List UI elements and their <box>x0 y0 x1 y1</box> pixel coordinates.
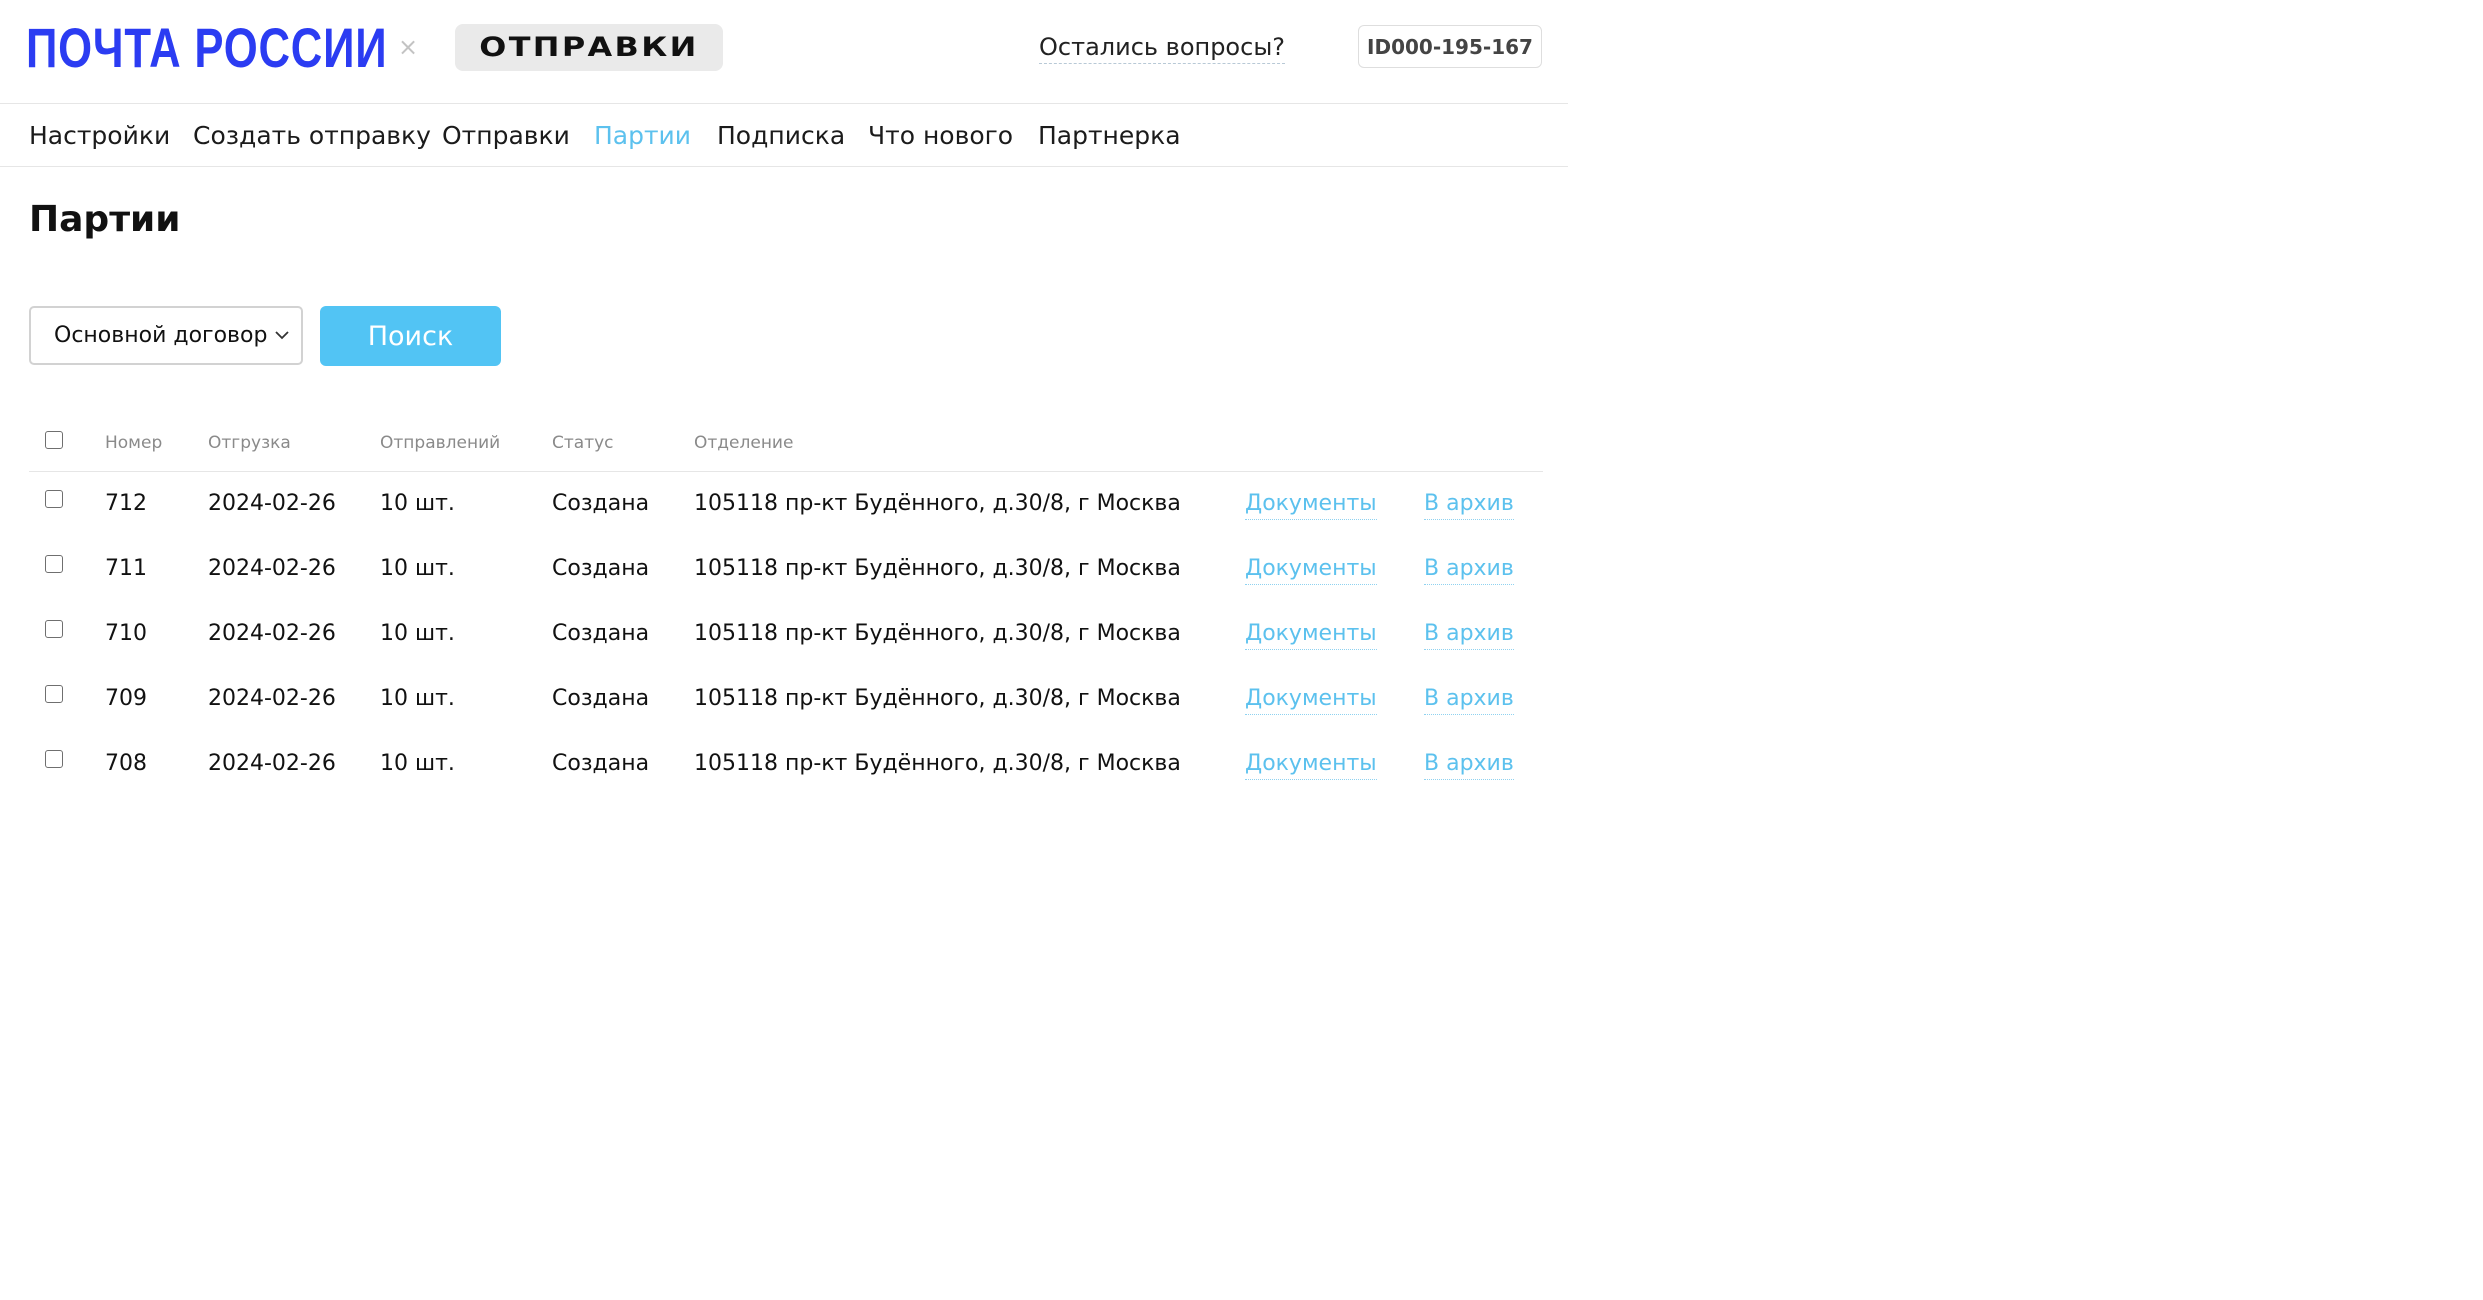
table-row: 711 2024-02-26 10 шт. Создана 105118 пр-… <box>29 554 1543 618</box>
table-row: 709 2024-02-26 10 шт. Создана 105118 пр-… <box>29 684 1543 748</box>
nav-item-shipments[interactable]: Отправки <box>442 120 570 152</box>
row-checkbox[interactable] <box>45 750 63 768</box>
documents-link[interactable]: Документы <box>1245 489 1377 520</box>
archive-link[interactable]: В архив <box>1424 489 1514 520</box>
row-count: 10 шт. <box>380 751 455 776</box>
archive-link[interactable]: В архив <box>1424 749 1514 780</box>
contract-select[interactable]: Основной договор <box>29 306 303 365</box>
row-number: 710 <box>105 621 147 646</box>
contract-select-value: Основной договор <box>54 323 268 348</box>
nav-item-batches[interactable]: Партии <box>594 120 691 152</box>
otpravki-badge[interactable]: ОТПРАВКИ <box>455 24 723 71</box>
row-status: Создана <box>552 556 650 581</box>
nav-item-settings[interactable]: Настройки <box>29 120 170 152</box>
account-id[interactable]: ID000-195-167 <box>1358 25 1542 68</box>
row-status: Создана <box>552 751 650 776</box>
row-number: 708 <box>105 751 147 776</box>
row-date: 2024-02-26 <box>208 621 336 646</box>
table-header: Номер Отгрузка Отправлений Статус Отделе… <box>29 420 1543 472</box>
select-all-checkbox[interactable] <box>45 431 63 449</box>
table-row: 708 2024-02-26 10 шт. Создана 105118 пр-… <box>29 749 1543 813</box>
column-header-number[interactable]: Номер <box>105 432 162 454</box>
row-number: 712 <box>105 491 147 516</box>
column-header-count[interactable]: Отправлений <box>380 432 500 454</box>
row-office: 105118 пр-кт Будённого, д.30/8, г Москва <box>694 491 1181 516</box>
row-date: 2024-02-26 <box>208 686 336 711</box>
row-checkbox[interactable] <box>45 620 63 638</box>
pochta-logo[interactable]: ПОЧТА РОССИИ <box>26 18 387 78</box>
table-row: 712 2024-02-26 10 шт. Создана 105118 пр-… <box>29 489 1543 553</box>
row-status: Создана <box>552 491 650 516</box>
row-office: 105118 пр-кт Будённого, д.30/8, г Москва <box>694 751 1181 776</box>
row-date: 2024-02-26 <box>208 491 336 516</box>
site-header: ПОЧТА РОССИИ × ОТПРАВКИ Остались вопросы… <box>0 0 1568 104</box>
row-count: 10 шт. <box>380 621 455 646</box>
app-frame: ПОЧТА РОССИИ × ОТПРАВКИ Остались вопросы… <box>0 0 1568 780</box>
row-number: 709 <box>105 686 147 711</box>
row-count: 10 шт. <box>380 686 455 711</box>
close-icon: × <box>398 33 419 61</box>
row-date: 2024-02-26 <box>208 751 336 776</box>
row-office: 105118 пр-кт Будённого, д.30/8, г Москва <box>694 556 1181 581</box>
nav-item-create-shipment[interactable]: Создать отправку <box>193 120 431 152</box>
row-status: Создана <box>552 621 650 646</box>
row-checkbox[interactable] <box>45 555 63 573</box>
questions-link[interactable]: Остались вопросы? <box>1039 31 1285 64</box>
row-count: 10 шт. <box>380 491 455 516</box>
row-number: 711 <box>105 556 147 581</box>
row-status: Создана <box>552 686 650 711</box>
nav-item-partner[interactable]: Партнерка <box>1038 120 1181 152</box>
row-checkbox[interactable] <box>45 685 63 703</box>
documents-link[interactable]: Документы <box>1245 619 1377 650</box>
row-checkbox[interactable] <box>45 490 63 508</box>
column-header-shipment-date[interactable]: Отгрузка <box>208 432 291 454</box>
documents-link[interactable]: Документы <box>1245 749 1377 780</box>
chevron-down-icon <box>275 331 289 340</box>
search-button[interactable]: Поиск <box>320 306 501 366</box>
row-date: 2024-02-26 <box>208 556 336 581</box>
nav-item-whats-new[interactable]: Что нового <box>868 120 1013 152</box>
row-count: 10 шт. <box>380 556 455 581</box>
column-header-office[interactable]: Отделение <box>694 432 793 454</box>
documents-link[interactable]: Документы <box>1245 554 1377 585</box>
row-office: 105118 пр-кт Будённого, д.30/8, г Москва <box>694 686 1181 711</box>
nav-item-subscription[interactable]: Подписка <box>717 120 845 152</box>
main-nav: Настройки Создать отправку Отправки Парт… <box>0 104 1568 167</box>
otpravki-badge-label: ОТПРАВКИ <box>479 32 699 63</box>
row-office: 105118 пр-кт Будённого, д.30/8, г Москва <box>694 621 1181 646</box>
archive-link[interactable]: В архив <box>1424 619 1514 650</box>
documents-link[interactable]: Документы <box>1245 684 1377 715</box>
page-title: Партии <box>29 199 181 240</box>
archive-link[interactable]: В архив <box>1424 554 1514 585</box>
column-header-status[interactable]: Статус <box>552 432 614 454</box>
table-row: 710 2024-02-26 10 шт. Создана 105118 пр-… <box>29 619 1543 683</box>
archive-link[interactable]: В архив <box>1424 684 1514 715</box>
